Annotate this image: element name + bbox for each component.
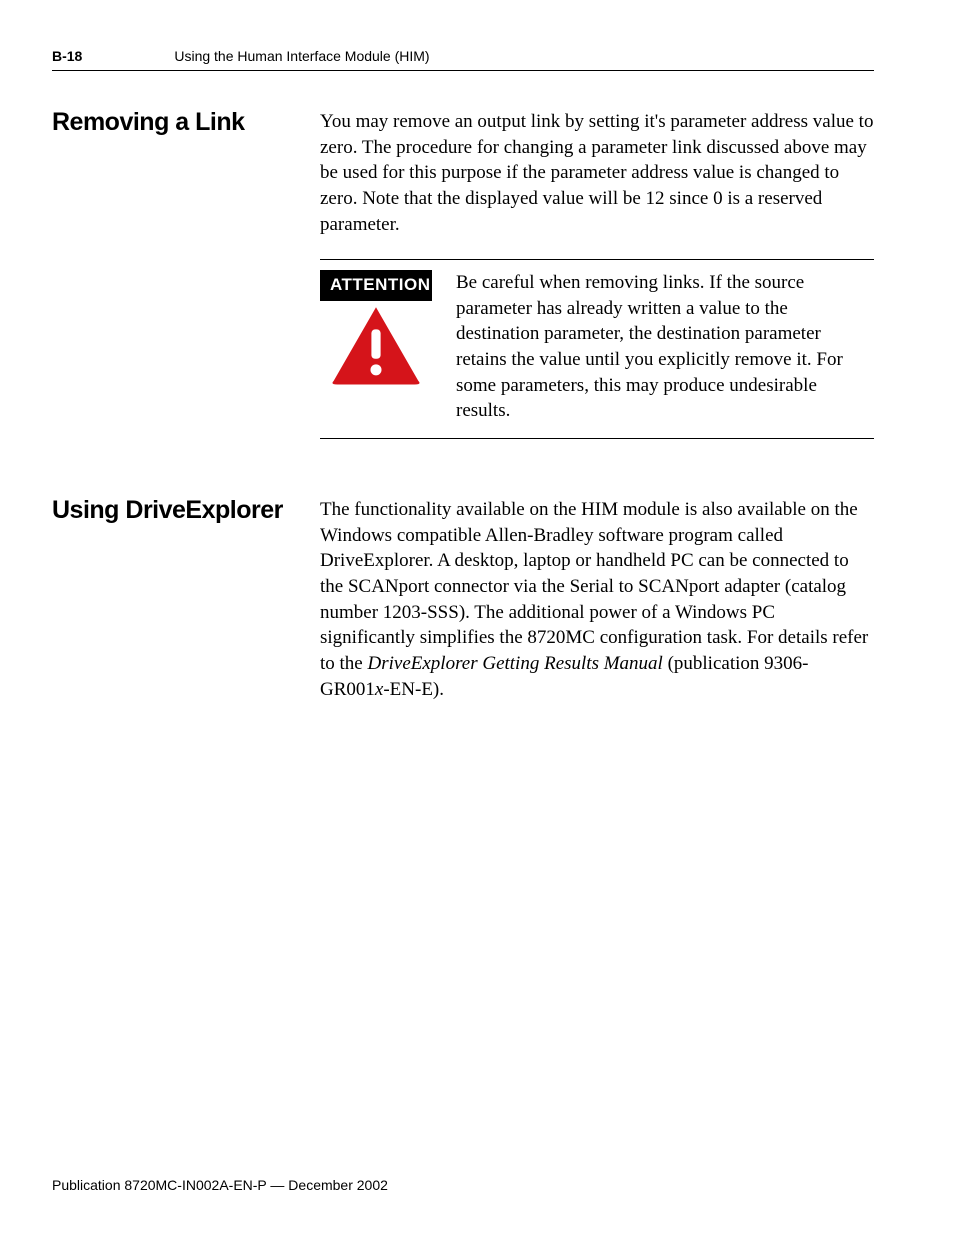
section-removing-link: Removing a Link You may remove an output… <box>52 109 874 465</box>
running-header: B-18 Using the Human Interface Module (H… <box>52 48 874 64</box>
heading-driveexplorer: Using DriveExplorer <box>52 497 320 724</box>
warning-triangle-icon <box>330 305 422 385</box>
para-removing-link: You may remove an output link by setting… <box>320 109 874 237</box>
para-pre: The functionality available on the HIM m… <box>320 499 868 674</box>
header-page-number: B-18 <box>52 48 82 64</box>
page: B-18 Using the Human Interface Module (H… <box>0 0 954 1235</box>
section-driveexplorer: Using DriveExplorer The functionality av… <box>52 497 874 724</box>
manual-title-italic: DriveExplorer Getting Results Manual <box>368 653 663 674</box>
body-driveexplorer: The functionality available on the HIM m… <box>320 497 874 724</box>
header-title: Using the Human Interface Module (HIM) <box>174 48 429 64</box>
footer-publication: Publication 8720MC-IN002A-EN-P — Decembe… <box>52 1177 388 1193</box>
para-post: -EN-E). <box>383 679 444 700</box>
para-driveexplorer: The functionality available on the HIM m… <box>320 497 874 702</box>
header-rule <box>52 70 874 71</box>
body-removing-link: You may remove an output link by setting… <box>320 109 874 465</box>
attention-badge: ATTENTION <box>320 270 432 301</box>
attention-callout: ATTENTION Be careful when removing links… <box>320 259 874 439</box>
heading-removing-link: Removing a Link <box>52 109 320 465</box>
callout-badge-column: ATTENTION <box>320 270 432 424</box>
callout-text: Be careful when removing links. If the s… <box>456 270 874 424</box>
